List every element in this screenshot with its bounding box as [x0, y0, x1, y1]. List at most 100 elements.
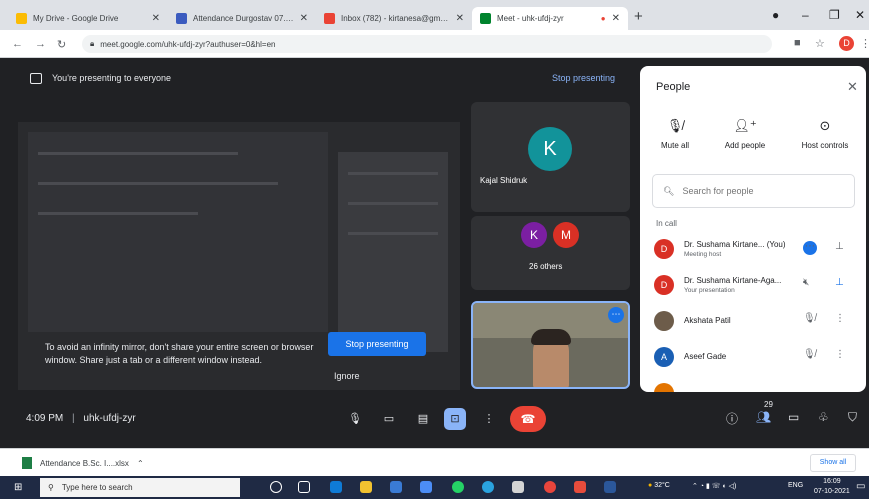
mute-all-button[interactable]: 🎙︎̸ Mute all [640, 118, 710, 150]
more-vert-icon: ⋮ [483, 413, 495, 425]
list-item[interactable]: Akshata Patil 🎙︎̸ ⋮ [640, 305, 866, 337]
system-tray-icons[interactable]: ⌃ ◔ ▮ ☏ ◐ ◁) [692, 482, 736, 490]
word-icon[interactable] [604, 481, 616, 493]
bookmark-star-icon[interactable]: ☆ [815, 37, 825, 50]
hang-up-icon: ☎︎ [520, 412, 536, 426]
tab-inbox[interactable]: Inbox (782) - kirtanesa@gmail.c ✕ [316, 7, 472, 30]
participant-name: Kajal Shidruk [480, 176, 528, 185]
tab-my-drive[interactable]: My Drive - Google Drive ✕ [8, 7, 168, 30]
clock[interactable]: 16:09 07-10-2021 [814, 477, 850, 497]
avatar: D [654, 239, 674, 259]
app-icon[interactable] [512, 481, 524, 493]
close-icon[interactable]: ✕ [456, 13, 464, 24]
more-options-icon[interactable]: ⋮ [835, 313, 845, 324]
list-item[interactable]: D Dr. Sushama Kirtane... (You) Meeting h… [640, 233, 866, 265]
chrome-icon[interactable] [544, 481, 556, 493]
info-icon[interactable]: ⓘ [726, 410, 738, 427]
mic-off-icon: 🎙︎̸ [666, 118, 684, 133]
participant-tile-others[interactable]: K M 26 others [471, 216, 630, 290]
account-icon[interactable]: ● [772, 8, 779, 22]
more-options-icon[interactable]: ⋮ [835, 349, 845, 360]
participant-tile-kajal[interactable]: K [471, 102, 630, 212]
minimize-button[interactable]: – [802, 8, 809, 22]
windows-taskbar: ⊞ ⚲ Type here to search ● 32°C ⌃ ◔ ▮ ☏ ◐… [0, 476, 869, 499]
more-options-icon[interactable]: ⋯ [803, 241, 817, 255]
telegram-icon[interactable] [482, 481, 494, 493]
add-people-button[interactable]: 👤︎⁺ Add people [710, 118, 780, 150]
file-explorer-icon[interactable] [360, 481, 372, 493]
people-icon[interactable]: 👥︎ [756, 410, 771, 424]
more-options-button[interactable]: ⋮ [478, 408, 500, 430]
avatar: K [528, 127, 572, 171]
chevron-up-icon[interactable]: ⌃ [137, 459, 144, 468]
activities-icon[interactable]: ♧ [818, 410, 829, 424]
close-icon[interactable]: ✕ [300, 13, 308, 24]
panel-title: People [656, 81, 691, 93]
close-icon[interactable]: ✕ [152, 13, 160, 24]
reload-icon[interactable]: ↻ [57, 38, 66, 51]
host-shield-icon[interactable]: ⛉ [848, 410, 857, 425]
host-controls-button[interactable]: ⊙ Host controls [790, 118, 860, 150]
pin-icon[interactable]: ⊥ [835, 277, 844, 288]
avatar: M [553, 222, 579, 248]
mic-off-icon: 🎙︎̸ [803, 349, 816, 360]
search-icon: 🔍︎ [663, 185, 675, 196]
mail-icon[interactable] [420, 481, 432, 493]
forward-icon[interactable]: → [35, 38, 46, 50]
self-camera-tile[interactable]: ⋯ [471, 301, 630, 389]
more-options-icon[interactable]: ⋯ [608, 307, 624, 323]
maximize-button[interactable]: ❐ [829, 8, 840, 22]
notifications-icon[interactable]: ▭ [856, 481, 865, 492]
toggle-icon: ⊙ [819, 118, 831, 133]
sheets-icon [176, 13, 187, 24]
language-indicator[interactable]: ENG [788, 482, 803, 489]
captions-icon: ▤ [417, 413, 429, 425]
store-icon[interactable] [390, 481, 402, 493]
window-close-button[interactable]: ✕ [855, 8, 865, 22]
meeting-details: 4:09 PM | uhk-ufdj-zyr [26, 413, 136, 424]
recording-icon: ● [600, 14, 606, 23]
list-item[interactable]: D Dr. Sushama Kirtane-Aga... Your presen… [640, 269, 866, 301]
search-input[interactable] [682, 186, 833, 196]
pin-icon[interactable]: ⊥ [835, 241, 844, 252]
avatar [654, 311, 674, 331]
close-icon[interactable]: ✕ [612, 13, 620, 24]
back-icon[interactable]: ← [12, 38, 23, 50]
show-all-button[interactable]: Show all [810, 454, 856, 472]
cortana-icon[interactable] [270, 481, 282, 493]
stop-presenting-link[interactable]: Stop presenting [552, 73, 615, 83]
taskbar-search[interactable]: ⚲ Type here to search [40, 478, 240, 497]
edge-icon[interactable] [330, 481, 342, 493]
list-item[interactable] [640, 377, 866, 392]
new-tab-button[interactable]: + [634, 8, 643, 25]
ignore-button[interactable]: Ignore [334, 371, 360, 381]
list-item[interactable]: A Aseef Gade 🎙︎̸ ⋮ [640, 341, 866, 373]
download-item[interactable]: Attendance B.Sc. I....xlsx ⌃ [22, 457, 144, 469]
leave-call-button[interactable]: ☎︎ [510, 406, 546, 432]
windows-start-icon[interactable]: ⊞ [14, 482, 22, 493]
avatar [654, 383, 674, 392]
search-people-field[interactable]: 🔍︎ [652, 174, 855, 208]
url-field[interactable]: 🔒︎ meet.google.com/uhk-ufdj-zyr?authuser… [82, 35, 772, 53]
sun-icon: ● [648, 482, 653, 489]
microphone-button[interactable]: 🎙︎ [344, 408, 366, 430]
chat-icon[interactable]: ▭ [788, 410, 799, 424]
captions-button[interactable]: ▤ [412, 408, 434, 430]
tab-meet[interactable]: Meet - uhk-ufdj-zyr ● ✕ [472, 7, 628, 30]
present-button[interactable]: ⊡ [444, 408, 466, 430]
task-view-icon[interactable] [298, 481, 310, 493]
meeting-controls-bar: 4:09 PM | uhk-ufdj-zyr 🎙︎ ▭ ▤ ⊡ ⋮ ☎︎ ⓘ 2… [0, 398, 869, 448]
profile-avatar[interactable]: D [839, 36, 854, 51]
whatsapp-icon[interactable] [452, 481, 464, 493]
weather-status[interactable]: ● 32°C [648, 482, 670, 489]
avatar: K [521, 222, 547, 248]
close-icon[interactable]: ✕ [847, 79, 858, 95]
excel-icon [22, 457, 32, 469]
browser-menu-icon[interactable]: ⋮ [860, 37, 869, 50]
mic-icon: 🎙︎ [348, 413, 362, 425]
app-icon[interactable] [574, 481, 586, 493]
tab-attendance[interactable]: Attendance Durgostav 07.10.202 ✕ [168, 7, 316, 30]
stop-presenting-button[interactable]: Stop presenting [328, 332, 426, 356]
camera-button[interactable]: ▭ [378, 408, 400, 430]
camera-icon[interactable]: ■ [794, 37, 801, 49]
